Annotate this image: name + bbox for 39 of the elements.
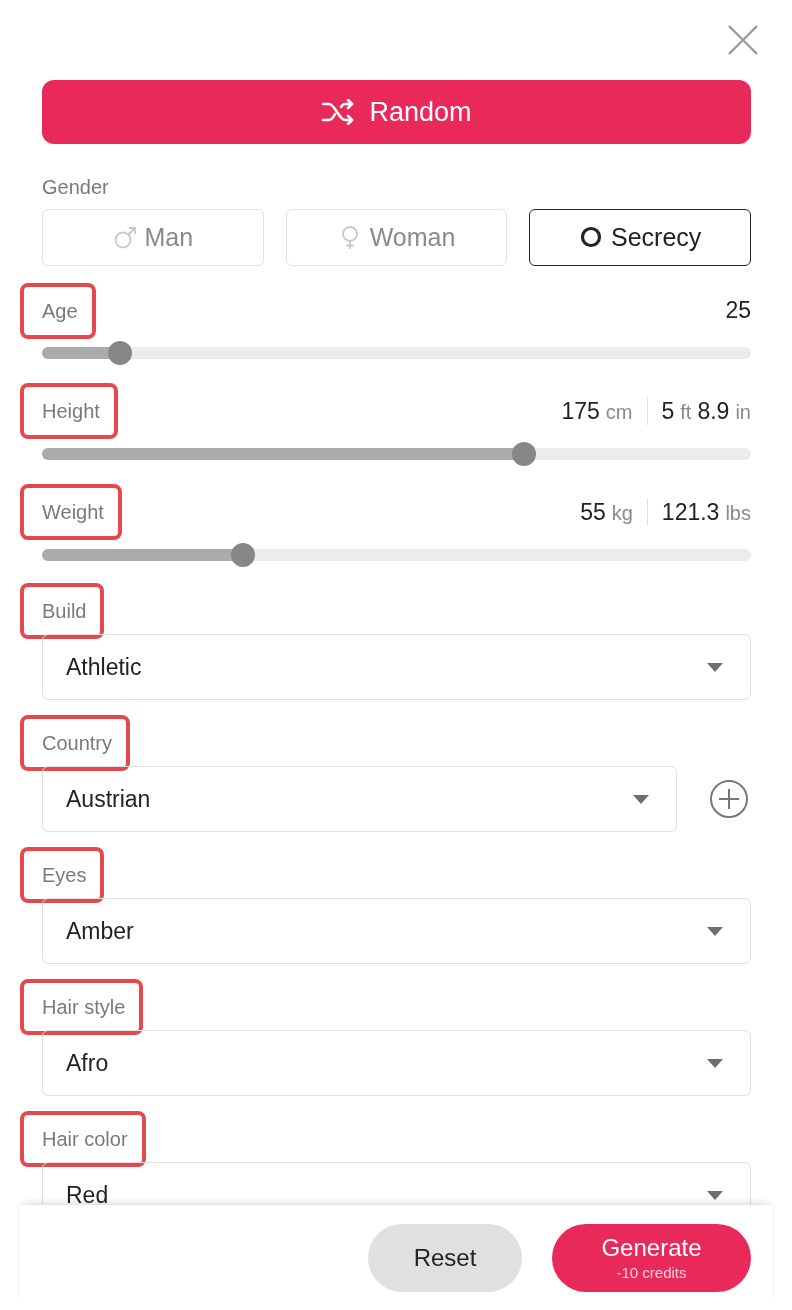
caret-icon xyxy=(707,662,723,672)
field-label: Height xyxy=(20,383,118,439)
dropdown-field[interactable]: Athletic xyxy=(42,634,751,700)
field-label: Country xyxy=(20,715,131,771)
male-symbol-icon xyxy=(112,224,137,251)
value-reading: 175 cm xyxy=(561,397,633,425)
field-label: Hair style xyxy=(20,979,144,1035)
field-label: Hair color xyxy=(20,1111,146,1167)
caret-icon xyxy=(707,1190,723,1200)
caret-icon xyxy=(633,794,649,804)
field-label: Gender xyxy=(42,175,109,199)
field-label: Build xyxy=(20,583,105,639)
slider-track[interactable] xyxy=(42,448,751,460)
reset-button[interactable]: Reset xyxy=(368,1223,522,1292)
plus-icon xyxy=(709,779,749,819)
shuffle-icon xyxy=(321,99,356,125)
value-reading: 25 xyxy=(725,297,751,324)
slider-thumb[interactable] xyxy=(512,442,537,466)
slider-thumb[interactable] xyxy=(108,341,132,365)
close-button[interactable] xyxy=(727,24,759,56)
value-reading: 55 kg xyxy=(580,498,633,526)
field-label: Age xyxy=(20,282,96,339)
caret-icon xyxy=(707,926,723,936)
slider-thumb[interactable] xyxy=(230,543,255,567)
close-icon xyxy=(727,24,759,56)
slider-track[interactable] xyxy=(42,347,751,359)
random-button[interactable]: Random xyxy=(42,80,751,144)
value-reading: 121.3 lbs xyxy=(661,498,751,526)
dropdown-field[interactable]: Afro xyxy=(42,1030,751,1096)
dropdown-field[interactable]: Amber xyxy=(42,898,751,964)
caret-icon xyxy=(707,1058,723,1068)
field-label: Eyes xyxy=(20,847,105,903)
gender-option[interactable]: Secrecy xyxy=(529,209,751,266)
slider-track[interactable] xyxy=(42,549,751,561)
dropdown-field[interactable]: Austrian xyxy=(42,766,677,832)
value-reading: 5 ft 8.9 in xyxy=(661,397,751,425)
add-button[interactable] xyxy=(709,779,749,819)
generate-button[interactable]: Generate -10 credits xyxy=(552,1223,751,1292)
field-label: Weight xyxy=(20,484,122,540)
